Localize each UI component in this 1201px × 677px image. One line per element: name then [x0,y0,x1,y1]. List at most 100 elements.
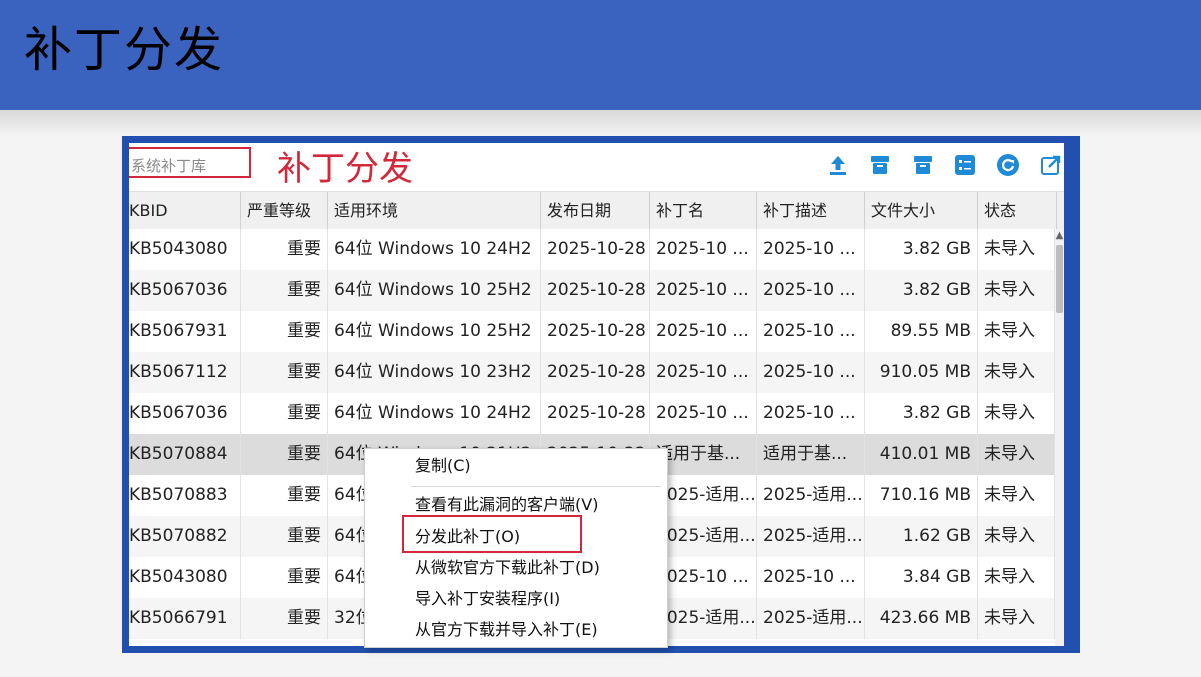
cell-kbid: KB5070884 [129,434,241,475]
cell-status: 未导入 [978,475,1055,516]
box-icon[interactable] [868,153,892,177]
cell-status: 未导入 [978,393,1055,434]
table-row[interactable]: KB5067036 重要 64位 Windows 10 24H2 2025-10-28… [129,393,1055,434]
cell-kbid: KB5070882 [129,516,241,557]
cell-severity: 重要 [241,229,328,270]
scroll-up-arrow-icon[interactable]: ▲ [1055,229,1064,243]
cell-kbid: KB5066791 [129,598,241,639]
cell-size: 3.82 GB [865,393,978,434]
cell-severity: 重要 [241,352,328,393]
table-row[interactable]: KB5067112 重要 64位 Windows 10 23H2 2025-10-28… [129,352,1055,393]
cell-status: 未导入 [978,557,1055,598]
cell-size: 3.84 GB [865,557,978,598]
menu-item-download-from-microsoft[interactable]: 从微软官方下载此补丁(D) [415,555,600,581]
cell-name: 2025-10 ... [650,229,757,270]
cell-size: 423.66 MB [865,598,978,639]
cell-size: 910.05 MB [865,352,978,393]
cell-date: 2025-10-28 [541,393,650,434]
cell-desc: 适用于基... [757,434,865,475]
cell-severity: 重要 [241,475,328,516]
cell-desc: 2025-适用... [757,598,865,639]
cell-date: 2025-10-28 [541,352,650,393]
toolbar: 系统补丁库 补丁分发 [129,143,1064,191]
export-icon[interactable] [1039,153,1063,177]
cell-kbid: KB5043080 [129,557,241,598]
cell-name: 2025-10 ... [650,393,757,434]
cell-desc: 2025-10 ... [757,229,865,270]
menu-separator [411,486,661,487]
cell-kbid: KB5067036 [129,393,241,434]
cell-status: 未导入 [978,598,1055,639]
cell-size: 710.16 MB [865,475,978,516]
checklist-icon[interactable] [953,153,977,177]
cell-name: 2025-10 ... [650,311,757,352]
table-row[interactable]: KB5067931 重要 64位 Windows 10 25H2 2025-10-28… [129,311,1055,352]
column-header-release-date[interactable]: 发布日期 [541,192,650,229]
cell-size: 89.55 MB [865,311,978,352]
scroll-thumb[interactable] [1056,245,1063,313]
cell-severity: 重要 [241,557,328,598]
box-alt-icon[interactable] [911,153,935,177]
cell-date: 2025-10-28 [541,311,650,352]
cell-size: 410.01 MB [865,434,978,475]
cell-kbid: KB5043080 [129,229,241,270]
vertical-scrollbar[interactable]: ▲ [1055,229,1064,646]
cell-env: 64位 Windows 10 24H2 [328,229,541,270]
cell-desc: 2025-10 ... [757,352,865,393]
cell-size: 1.62 GB [865,516,978,557]
cell-kbid: KB5067036 [129,270,241,311]
column-header-environment[interactable]: 适用环境 [328,192,541,229]
cell-severity: 重要 [241,598,328,639]
cell-severity: 重要 [241,434,328,475]
menu-item-import-installer[interactable]: 导入补丁安装程序(I) [415,586,560,612]
cell-status: 未导入 [978,352,1055,393]
column-header-patch-description[interactable]: 补丁描述 [757,192,865,229]
column-header-status[interactable]: 状态 [978,192,1057,229]
refresh-icon[interactable] [996,153,1020,177]
cell-severity: 重要 [241,393,328,434]
column-header-file-size[interactable]: 文件大小 [865,192,978,229]
cell-status: 未导入 [978,270,1055,311]
cell-desc: 2025-适用... [757,516,865,557]
cell-severity: 重要 [241,516,328,557]
header-shadow [0,110,1201,136]
column-header-patch-name[interactable]: 补丁名 [650,192,757,229]
cell-kbid: KB5070883 [129,475,241,516]
cell-severity: 重要 [241,311,328,352]
slide-header: 补丁分发 [0,0,1201,110]
cell-env: 64位 Windows 10 24H2 [328,393,541,434]
cell-desc: 2025-10 ... [757,311,865,352]
cell-kbid: KB5067112 [129,352,241,393]
cell-date: 2025-10-28 [541,229,650,270]
context-menu: 复制(C) 查看有此漏洞的客户端(V) 分发此补丁(O) 从微软官方下载此补丁(… [364,448,668,648]
cell-env: 64位 Windows 10 25H2 [328,270,541,311]
cell-name: 2025-10 ... [650,270,757,311]
cell-size: 3.82 GB [865,229,978,270]
cell-status: 未导入 [978,516,1055,557]
column-header-kbid[interactable]: KBID [129,192,241,229]
cell-name: 2025-10 ... [650,352,757,393]
slide-title: 补丁分发 [24,22,225,78]
table-row[interactable]: KB5043080 重要 64位 Windows 10 24H2 2025-10-28… [129,229,1055,270]
menu-item-copy[interactable]: 复制(C) [415,453,471,479]
cell-severity: 重要 [241,270,328,311]
cell-status: 未导入 [978,229,1055,270]
highlight-box [402,515,582,553]
cell-desc: 2025-10 ... [757,270,865,311]
cell-date: 2025-10-28 [541,270,650,311]
cell-desc: 2025-适用... [757,475,865,516]
cell-kbid: KB5067931 [129,311,241,352]
cell-status: 未导入 [978,311,1055,352]
search-input[interactable]: 系统补丁库 [129,147,251,178]
table-header: KBID 严重等级 适用环境 发布日期 补丁名 补丁描述 文件大小 状态 [129,191,1064,230]
menu-item-download-and-import[interactable]: 从官方下载并导入补丁(E) [415,617,598,643]
cell-status: 未导入 [978,434,1055,475]
cell-env: 64位 Windows 10 25H2 [328,311,541,352]
annotation-label: 补丁分发 [277,149,413,189]
table-row[interactable]: KB5067036 重要 64位 Windows 10 25H2 2025-10-28… [129,270,1055,311]
cell-env: 64位 Windows 10 23H2 [328,352,541,393]
upload-icon[interactable] [826,153,850,177]
column-header-severity[interactable]: 严重等级 [241,192,328,229]
cell-desc: 2025-10 ... [757,393,865,434]
cell-desc: 2025-10 ... [757,557,865,598]
